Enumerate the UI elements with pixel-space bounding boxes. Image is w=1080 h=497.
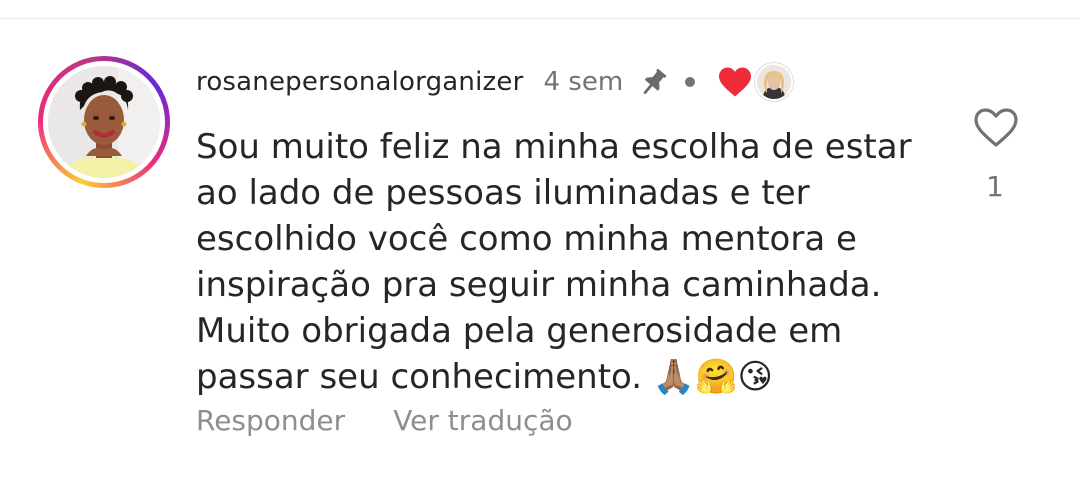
- comment-actions: Responder Ver tradução: [196, 404, 573, 437]
- comment-line: Muito obrigada pela generosidade em: [196, 311, 843, 351]
- divider: [0, 18, 1080, 19]
- creator-heart-icon: [717, 66, 753, 98]
- comment-line: inspiração pra seguir minha caminhada.: [196, 265, 882, 305]
- like-count: 1: [986, 170, 1004, 203]
- comment-line: ao lado de pessoas iluminadas e ter: [196, 173, 810, 213]
- author-avatar[interactable]: [38, 56, 170, 188]
- comment-line: Sou muito feliz na minha escolha de esta…: [196, 127, 912, 167]
- avatar-illustration: [48, 66, 160, 178]
- comment-timestamp: 4 sem: [543, 67, 624, 97]
- avatar-photo: [48, 66, 160, 178]
- comment-screen: rosanepersonalorganizer 4 sem Sou muito …: [0, 0, 1080, 497]
- comment-header: rosanepersonalorganizer 4 sem: [196, 60, 794, 104]
- comment-text: Sou muito feliz na minha escolha de esta…: [196, 124, 936, 400]
- pin-icon: [637, 65, 671, 99]
- see-translation-button[interactable]: Ver tradução: [393, 404, 572, 437]
- separator-dot: [685, 77, 696, 87]
- comment-line: passar seu conhecimento. 🙏🏽🤗😘: [196, 357, 773, 397]
- creator-avatar: [755, 63, 794, 101]
- heart-outline-icon[interactable]: [972, 104, 1020, 152]
- author-username[interactable]: rosanepersonalorganizer: [196, 67, 523, 97]
- reply-button[interactable]: Responder: [196, 404, 345, 437]
- comment-line: escolhido você como minha mentora e: [196, 219, 857, 259]
